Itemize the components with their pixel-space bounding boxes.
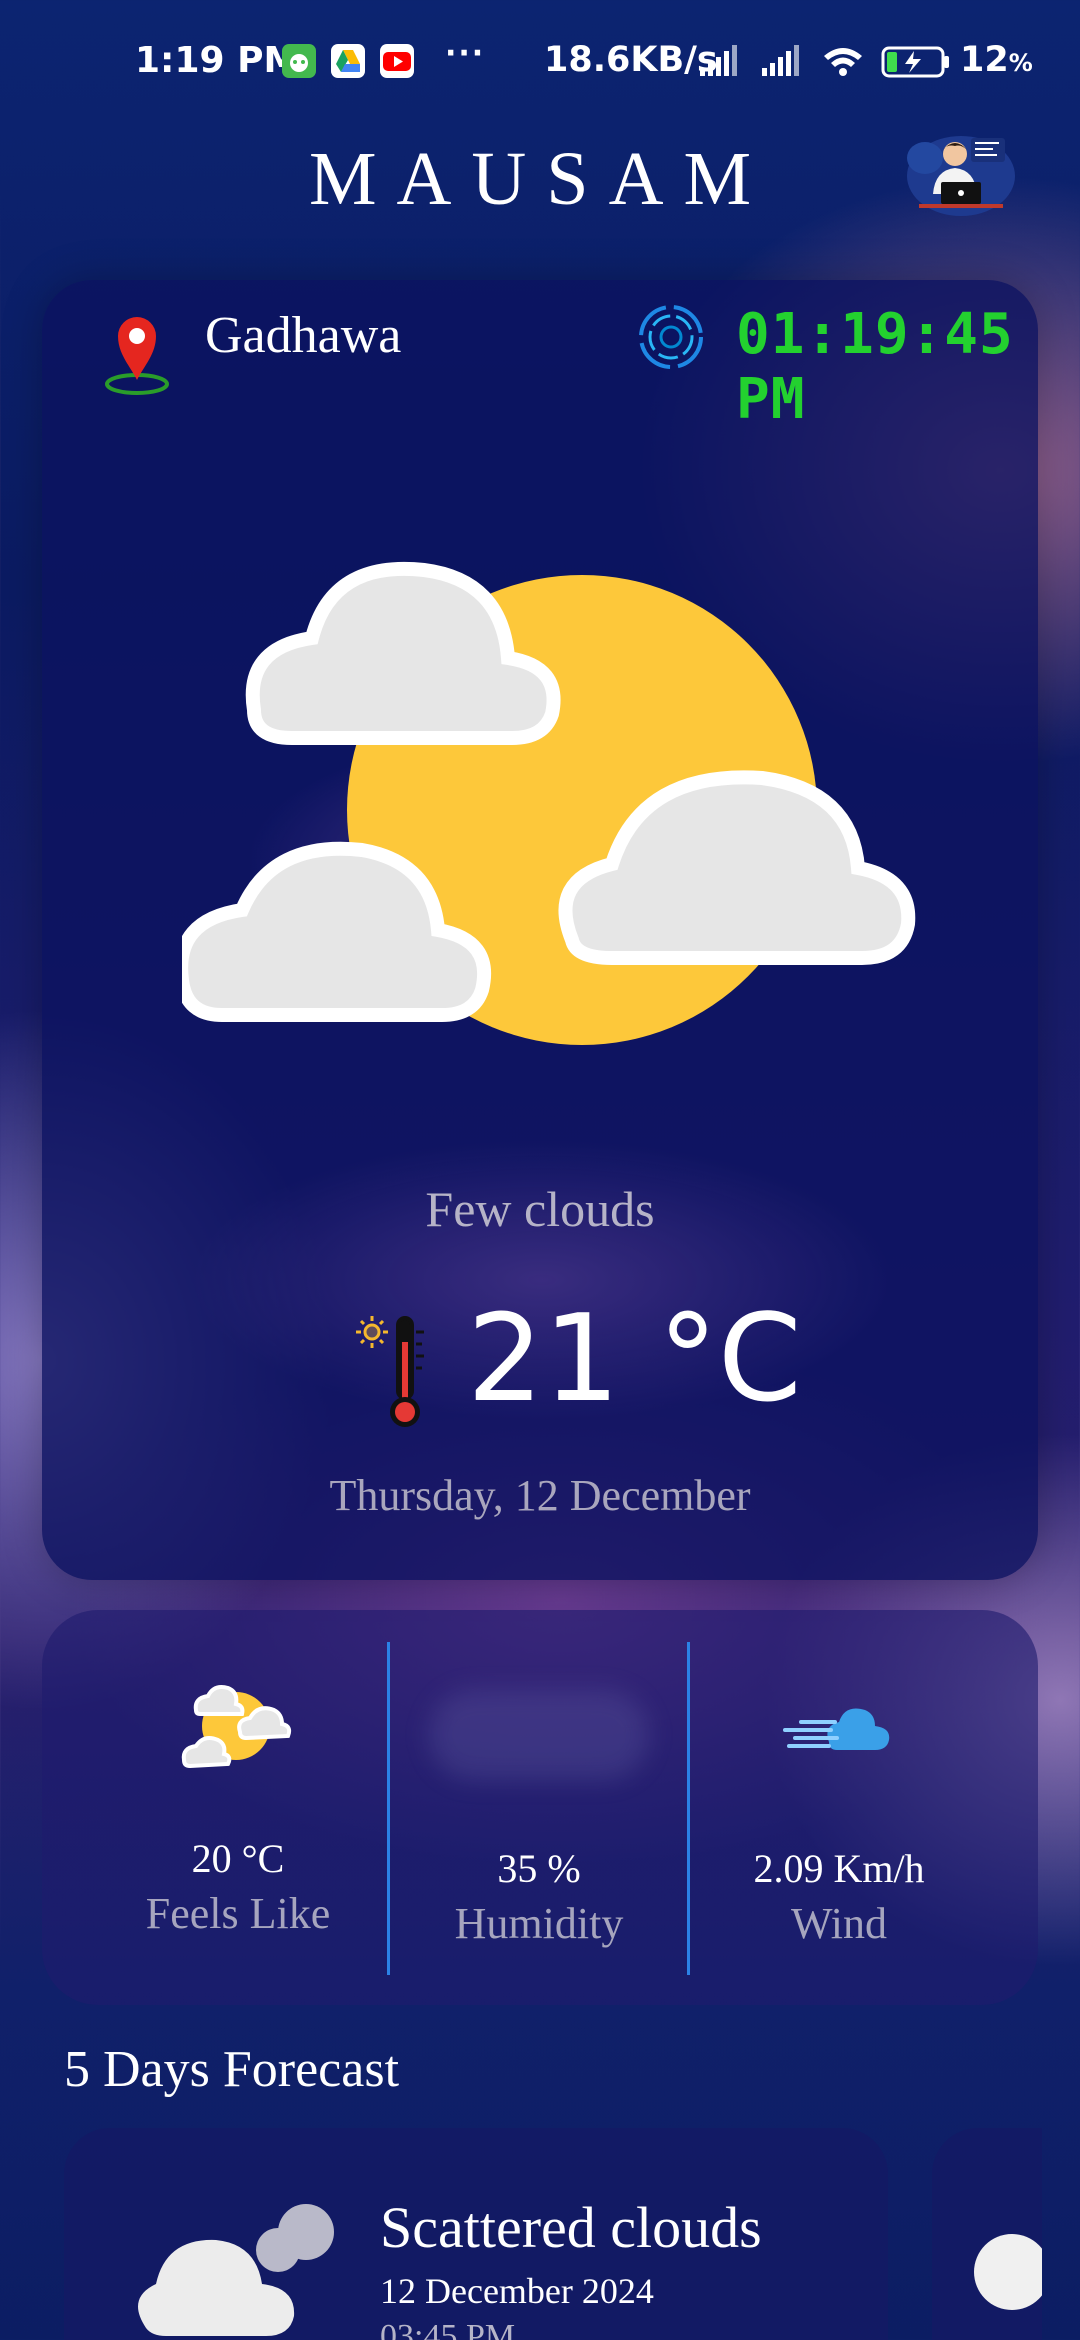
- location-pin-icon: [105, 317, 169, 395]
- wind-icon: [783, 1708, 890, 1750]
- forecast-time: 03:45 PM: [380, 2318, 516, 2340]
- forecast-card[interactable]: Scattered clouds 12 December 2024 03:45 …: [64, 2128, 888, 2340]
- feels-like-value: 20 °C: [191, 1836, 285, 1881]
- humidity-icon: [429, 1690, 649, 1780]
- feels-like-stat: 20 °C Feels Like: [88, 1610, 388, 2005]
- more-notifications-icon: ···: [445, 36, 486, 71]
- feels-like-label: Feels Like: [145, 1889, 331, 1938]
- current-temperature: 21 °C: [467, 1290, 802, 1429]
- status-bar: 1:19 PM ··· 18.6KB/s 12%: [0, 0, 1080, 120]
- battery-percent: 12%: [960, 40, 1033, 80]
- clock-spinner-icon: [639, 305, 703, 369]
- current-date: Thursday, 12 December: [329, 1471, 751, 1520]
- forecast-next-icon: [974, 2234, 1042, 2310]
- current-weather-card: Gadhawa 01:19:45 PM Few clouds 21 °C Thu…: [42, 280, 1038, 1580]
- youtube-icon: [380, 44, 414, 78]
- partly-cloudy-icon: [181, 1685, 292, 1769]
- humidity-value: 35 %: [497, 1846, 581, 1891]
- humidity-label: Humidity: [454, 1899, 624, 1948]
- forecast-condition: Scattered clouds: [380, 2195, 762, 2260]
- scattered-clouds-icon: [138, 2204, 334, 2336]
- forecast-title: 5 Days Forecast: [64, 2041, 400, 2098]
- status-time: 1:19 PM: [135, 40, 300, 81]
- digital-clock: 01:19:45 PM: [736, 302, 1014, 432]
- signal-icons: [700, 45, 949, 78]
- wind-value: 2.09 Km/h: [753, 1846, 925, 1891]
- forecast-date: 12 December 2024: [380, 2271, 654, 2311]
- location-name[interactable]: Gadhawa: [205, 306, 401, 365]
- forecast-card-next[interactable]: [932, 2128, 1042, 2340]
- profile-avatar[interactable]: [905, 128, 1017, 224]
- wind-stat: 2.09 Km/h Wind: [689, 1610, 989, 2005]
- weather-condition: Few clouds: [425, 1181, 655, 1237]
- humidity-stat: 35 % Humidity: [389, 1610, 689, 2005]
- few-clouds-icon: [182, 561, 916, 1045]
- network-speed: 18.6KB/s: [544, 40, 718, 80]
- wind-label: Wind: [791, 1899, 887, 1948]
- weather-details-card: 20 °C Feels Like 35 % Humidity 2.09 Km/h…: [42, 1610, 1038, 2005]
- android-app-icon: [282, 44, 316, 78]
- thermometer-icon: [356, 1316, 424, 1427]
- drive-icon: [331, 44, 365, 78]
